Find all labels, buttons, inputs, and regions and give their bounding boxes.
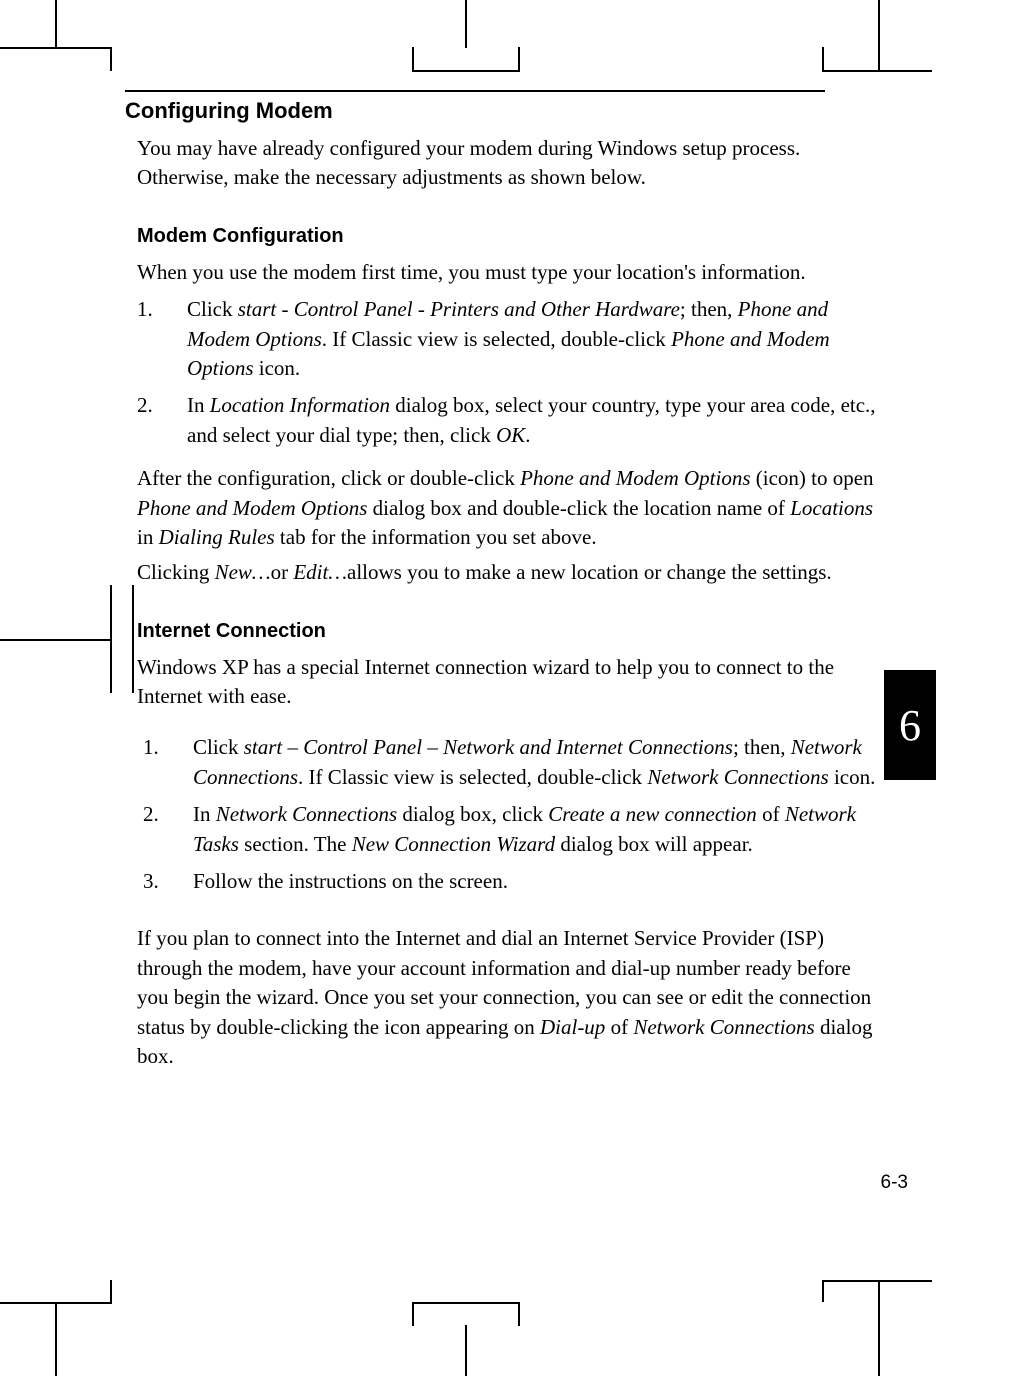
italic-text: Phone and Modem Options (520, 466, 750, 490)
italic-text: New Connection Wizard (352, 832, 555, 856)
italic-text: Network Connections (647, 765, 828, 789)
list-item: 1. Click start – Control Panel – Network… (143, 733, 885, 792)
italic-text: New… (215, 560, 271, 584)
text: of (757, 802, 785, 826)
text: dialog box, click (397, 802, 548, 826)
italic-text: Dial-up (540, 1015, 605, 1039)
heading-internet-connection: Internet Connection (125, 620, 885, 643)
crop-mark (822, 1280, 824, 1302)
modem-config-intro: When you use the modem first time, you m… (125, 258, 885, 287)
heading-configuring-modem: Configuring Modem (125, 98, 885, 124)
crop-mark (0, 639, 110, 641)
italic-text: Create a new connection (548, 802, 757, 826)
crop-mark (55, 0, 57, 48)
page-content: Configuring Modem You may have already c… (125, 90, 885, 1075)
crop-mark (412, 70, 520, 72)
italic-text: Network Connections (216, 802, 397, 826)
text: After the configuration, click or double… (137, 466, 520, 490)
crop-mark (412, 1302, 520, 1304)
crop-mark (878, 1280, 880, 1376)
crop-mark (822, 47, 824, 71)
list-content: In Network Connections dialog box, click… (193, 800, 885, 859)
internet-connection-list: 1. Click start – Control Panel – Network… (125, 733, 885, 896)
modem-config-list: 1. Click start - Control Panel - Printer… (125, 295, 885, 450)
text: Click (193, 735, 244, 759)
text: icon. (254, 356, 301, 380)
list-content: Click start – Control Panel – Network an… (193, 733, 885, 792)
italic-text: start - Control Panel (238, 297, 413, 321)
italic-text: Network Connections (633, 1015, 814, 1039)
text: dialog box will appear. (555, 832, 753, 856)
text: of (605, 1015, 633, 1039)
italic-text: Phone and Modem Options (137, 496, 367, 520)
list-item: 2. In Location Information dialog box, s… (137, 391, 885, 450)
text: section. The (239, 832, 352, 856)
italic-text: Printers and Other Hardware (430, 297, 680, 321)
text: ; then, (680, 297, 738, 321)
text: In (187, 393, 210, 417)
crop-mark (465, 1325, 467, 1376)
text: (icon) to open (751, 466, 874, 490)
list-content: In Location Information dialog box, sele… (187, 391, 885, 450)
text: . (525, 423, 530, 447)
intro-text: You may have already configured your mod… (125, 134, 885, 193)
text: allows you to make a new location or cha… (347, 560, 832, 584)
list-number: 2. (143, 800, 193, 859)
text: . If Classic view is selected, double-cl… (322, 327, 671, 351)
body-paragraph: If you plan to connect into the Internet… (125, 924, 885, 1071)
crop-mark (110, 639, 112, 693)
italic-text: Locations (790, 496, 873, 520)
crop-mark (412, 1302, 414, 1326)
italic-text: Dialing Rules (159, 525, 275, 549)
italic-text: Location Information (210, 393, 390, 417)
crop-mark (110, 585, 112, 639)
list-number: 3. (143, 867, 193, 896)
text: In (193, 802, 216, 826)
list-number: 1. (137, 295, 187, 383)
italic-text: start – Control Panel – Network and Inte… (244, 735, 733, 759)
text: dialog box and double-click the location… (367, 496, 790, 520)
text: . If Classic view is selected, double-cl… (298, 765, 647, 789)
crop-mark (822, 70, 932, 72)
internet-intro: Windows XP has a special Internet connec… (125, 653, 885, 712)
italic-text: Edit… (293, 560, 347, 584)
list-item: 3. Follow the instructions on the screen… (143, 867, 885, 896)
text: Clicking (137, 560, 215, 584)
text: ; then, (733, 735, 791, 759)
italic-text: OK (496, 423, 525, 447)
text: - (413, 297, 431, 321)
list-content: Follow the instructions on the screen. (193, 867, 885, 896)
list-number: 1. (143, 733, 193, 792)
crop-mark (518, 1302, 520, 1326)
crop-mark (878, 0, 880, 71)
divider (125, 90, 825, 92)
chapter-tab: 6 (884, 670, 936, 780)
crop-mark (465, 0, 467, 48)
list-content: Click start - Control Panel - Printers a… (187, 295, 885, 383)
crop-mark (412, 47, 414, 71)
crop-mark (518, 47, 520, 71)
text: or (271, 560, 294, 584)
list-item: 2. In Network Connections dialog box, cl… (143, 800, 885, 859)
list-item: 1. Click start - Control Panel - Printer… (137, 295, 885, 383)
crop-mark (822, 1280, 932, 1282)
body-paragraph: Clicking New…or Edit…allows you to make … (125, 558, 885, 587)
body-paragraph: After the configuration, click or double… (125, 464, 885, 552)
text: tab for the information you set above. (275, 525, 597, 549)
crop-mark (55, 1302, 57, 1376)
crop-mark (110, 1280, 112, 1304)
heading-modem-configuration: Modem Configuration (125, 225, 885, 248)
crop-mark (110, 47, 112, 71)
page-number: 6-3 (881, 1172, 908, 1194)
text: Click (187, 297, 238, 321)
text: in (137, 525, 159, 549)
list-number: 2. (137, 391, 187, 450)
text: icon. (829, 765, 876, 789)
